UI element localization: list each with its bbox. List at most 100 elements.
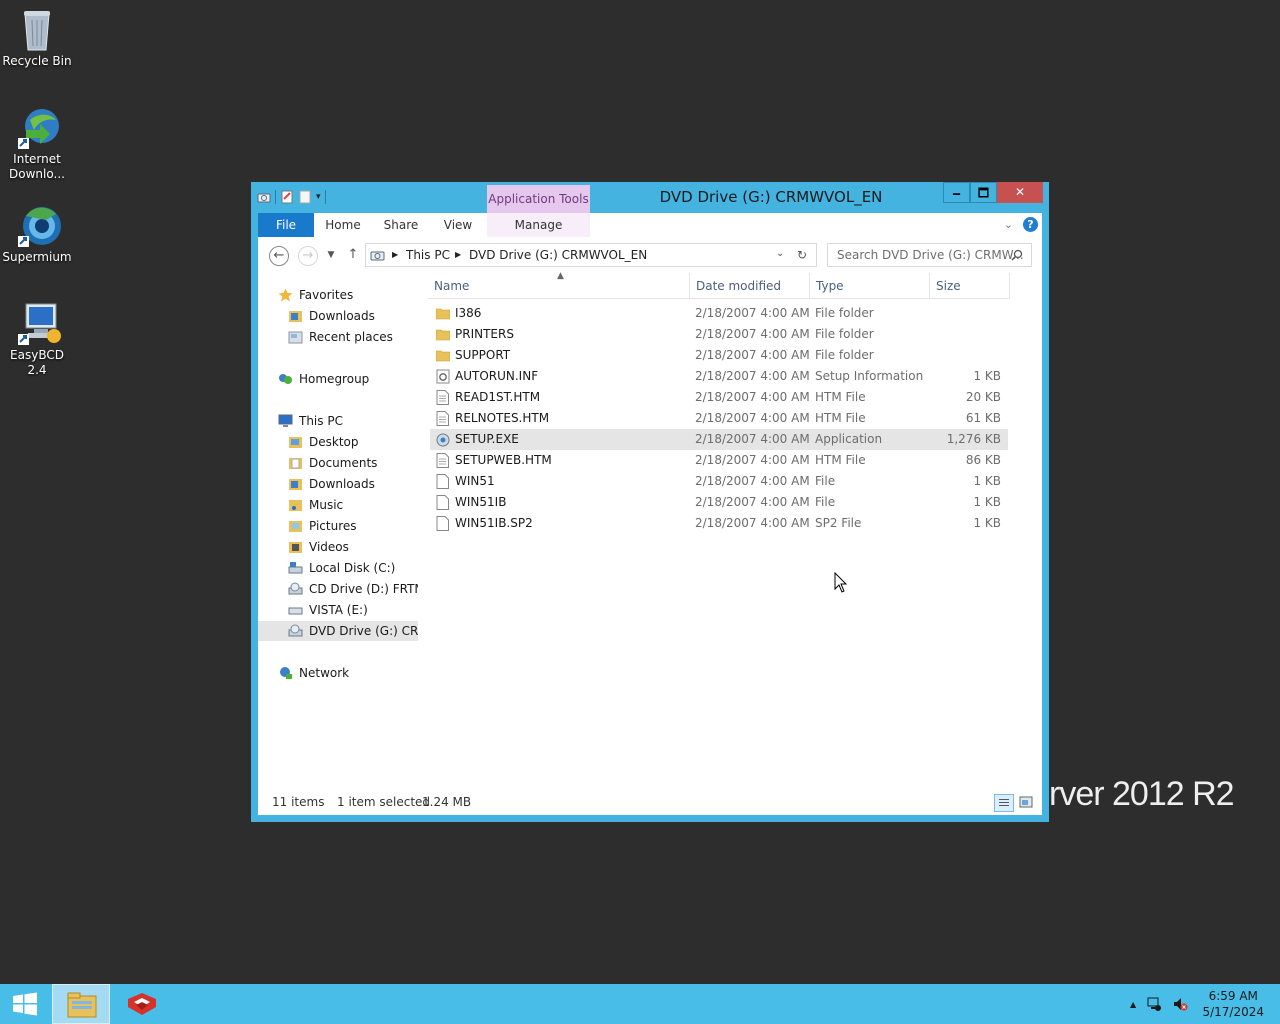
file-row[interactable]: SETUPWEB.HTM 2/18/2007 4:00 AM HTM File 86 …	[430, 450, 1008, 471]
nav-item-this-pc[interactable]: This PC	[278, 411, 418, 431]
network-status-icon[interactable]	[1146, 996, 1162, 1012]
selection-count: 1 item selected	[337, 795, 431, 809]
nav-item-local-disk-c[interactable]: Local Disk (C:)	[288, 558, 418, 578]
windows-logo-icon	[13, 992, 37, 1016]
file-row[interactable]: I386 2/18/2007 4:00 AM File folder	[430, 303, 1008, 324]
large-icons-view-button[interactable]	[1017, 794, 1037, 812]
drive-icon[interactable]	[257, 190, 271, 204]
application-icon	[436, 432, 450, 447]
nav-item-homegroup[interactable]: Homegroup	[278, 369, 418, 389]
desktop: { "desktop": { "icons": [ {"label": "Rec…	[0, 0, 1280, 1024]
file-row[interactable]: AUTORUN.INF 2/18/2007 4:00 AM Setup Inform…	[430, 366, 1008, 387]
nav-item-pictures[interactable]: Pictures	[288, 516, 418, 536]
tab-home[interactable]: Home	[320, 213, 366, 237]
maximize-icon: 🗖	[977, 186, 990, 200]
search-input[interactable]: Search DVD Drive (G:) CRMW...	[827, 243, 1032, 267]
nav-item-cd-drive-d[interactable]: CD Drive (D:) FRTME	[288, 579, 418, 599]
breadcrumb-dvd-drive[interactable]: DVD Drive (G:) CRMWVOL_EN	[469, 248, 647, 262]
nav-item-downloads[interactable]: Downloads	[288, 306, 418, 326]
refresh-icon[interactable]: ↻	[797, 248, 807, 262]
nav-item-vista-e[interactable]: VISTA (E:)	[288, 600, 418, 620]
file-name: WIN51	[455, 474, 495, 488]
file-row[interactable]: WIN51IB.SP2 2/18/2007 4:00 AM SP2 File 1 KB	[430, 513, 1008, 534]
desktop-icon-easybcd[interactable]: EasyBCD 2.4	[0, 302, 74, 378]
details-view-icon	[999, 799, 1009, 806]
file-row[interactable]: RELNOTES.HTM 2/18/2007 4:00 AM HTM File 61 …	[430, 408, 1008, 429]
file-row[interactable]: SETUP.EXE 2/18/2007 4:00 AM Application 1,2…	[430, 429, 1008, 450]
easybcd-icon	[16, 302, 61, 345]
desktop-icon-recycle-bin[interactable]: Recycle Bin	[0, 8, 74, 69]
desktop-icon-internet-download-manager[interactable]: Internet Downlo...	[0, 106, 74, 182]
file-row[interactable]: READ1ST.HTM 2/18/2007 4:00 AM HTM File 20 K…	[430, 387, 1008, 408]
taskbar-file-explorer[interactable]	[52, 984, 110, 1024]
back-arrow-icon[interactable]: ←	[269, 246, 289, 266]
file-type: File folder	[815, 306, 874, 320]
file-size: 1 KB	[973, 369, 1001, 383]
file-type: Application	[815, 432, 883, 446]
supermium-icon	[16, 204, 61, 247]
nav-item-videos[interactable]: Videos	[288, 537, 418, 557]
tab-share[interactable]: Share	[378, 213, 424, 237]
nav-item-downloads[interactable]: Downloads	[288, 474, 418, 494]
navigation-pane: Favorites Downloads Recent places Homegr…	[258, 271, 418, 791]
computer-icon	[278, 414, 293, 427]
taskbar-app-red[interactable]	[112, 984, 170, 1024]
cd-drive-icon	[288, 582, 303, 595]
recent-locations-icon[interactable]: ▼	[321, 246, 341, 266]
toolbar-separator	[275, 190, 276, 204]
file-date-modified: 2/18/2007 4:00 AM	[695, 516, 810, 530]
column-header-type[interactable]: Type	[810, 273, 930, 299]
file-explorer-window[interactable]: ▾ Application Tools DVD Drive (G:) CRMWV…	[251, 182, 1049, 822]
details-view-button[interactable]	[994, 794, 1014, 812]
new-folder-icon[interactable]	[298, 190, 312, 204]
help-icon[interactable]: ?	[1023, 217, 1038, 232]
file-row[interactable]: WIN51 2/18/2007 4:00 AM File 1 KB	[430, 471, 1008, 492]
customize-toolbar-icon[interactable]: ▾	[316, 192, 321, 202]
file-row[interactable]: PRINTERS 2/18/2007 4:00 AM File folder	[430, 324, 1008, 345]
desktop-icon-supermium[interactable]: Supermium	[0, 204, 74, 265]
column-header-name[interactable]: Name	[428, 273, 690, 299]
nav-item-network[interactable]: Network	[278, 663, 418, 683]
nav-item-dvd-drive-g[interactable]: DVD Drive (G:) CRM	[258, 621, 418, 641]
column-header-size[interactable]: Size	[930, 273, 1010, 299]
nav-item-documents[interactable]: Documents	[288, 453, 418, 473]
tab-manage[interactable]: Manage	[487, 213, 590, 237]
breadcrumb-this-pc[interactable]: This PC	[406, 248, 450, 262]
file-explorer-icon	[67, 992, 97, 1018]
nav-item-recent-places[interactable]: Recent places	[288, 327, 418, 347]
file-size: 1 KB	[973, 474, 1001, 488]
tab-file[interactable]: File	[258, 213, 314, 237]
tab-view[interactable]: View	[435, 213, 481, 237]
file-type: HTM File	[815, 453, 866, 467]
file-size: 1 KB	[973, 495, 1001, 509]
volume-muted-icon[interactable]	[1172, 996, 1188, 1012]
file-name: READ1ST.HTM	[455, 390, 541, 404]
nav-item-desktop[interactable]: Desktop	[288, 432, 418, 452]
column-header-date-modified[interactable]: Date modified	[690, 273, 810, 299]
nav-item-favorites[interactable]: Favorites	[278, 285, 418, 305]
properties-icon[interactable]	[280, 190, 294, 204]
clock-date: 5/17/2024	[1202, 1005, 1264, 1019]
minimize-button[interactable]: 🗕	[943, 182, 970, 203]
expand-ribbon-icon[interactable]: ⌄	[1004, 218, 1013, 231]
file-type: HTM File	[815, 390, 866, 404]
up-arrow-icon[interactable]: ↑	[343, 246, 363, 266]
taskbar-clock[interactable]: 6:59 AM 5/17/2024	[1202, 988, 1264, 1020]
title-bar[interactable]: ▾ Application Tools DVD Drive (G:) CRMWV…	[251, 182, 1049, 213]
selection-size: 1.24 MB	[422, 795, 472, 809]
desktop-icon-label: Internet Downlo...	[9, 152, 65, 181]
address-dropdown-icon[interactable]: ⌄	[776, 248, 784, 259]
start-button[interactable]	[0, 984, 50, 1024]
toolbar-separator	[324, 190, 326, 204]
close-button[interactable]: ✕	[997, 182, 1043, 203]
file-name: SUPPORT	[455, 348, 511, 362]
maximize-button[interactable]: 🗖	[970, 182, 997, 203]
nav-item-music[interactable]: Music	[288, 495, 418, 515]
show-hidden-icons-icon[interactable]: ▲	[1130, 1000, 1136, 1009]
address-bar[interactable]: ▶ This PC ▶ DVD Drive (G:) CRMWVOL_EN ⌄ …	[365, 243, 817, 267]
file-row[interactable]: WIN51IB 2/18/2007 4:00 AM File 1 KB	[430, 492, 1008, 513]
file-row[interactable]: SUPPORT 2/18/2007 4:00 AM File folder	[430, 345, 1008, 366]
videos-folder-icon	[289, 542, 302, 553]
forward-arrow-icon[interactable]: →	[298, 246, 318, 266]
homegroup-icon	[279, 374, 292, 384]
